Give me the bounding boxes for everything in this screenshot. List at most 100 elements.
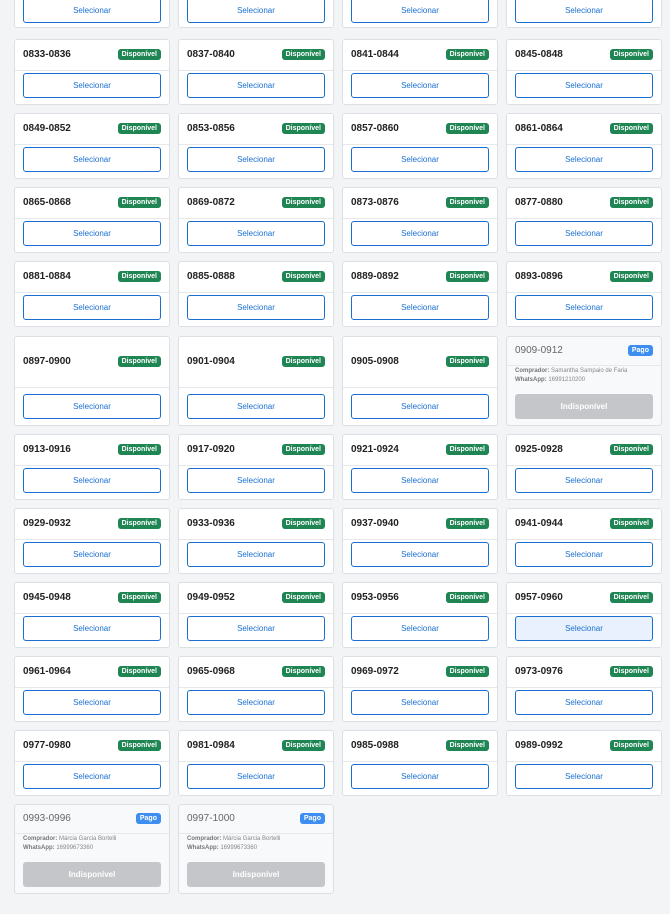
ticket-card-header: 0921-0924 Disponível xyxy=(343,435,497,466)
ticket-card: 0985-0988 Disponível Selecionar xyxy=(342,730,498,796)
ticket-card: 0941-0944 Disponível Selecionar xyxy=(506,508,662,574)
ticket-card-header: 0957-0960 Disponível xyxy=(507,583,661,614)
select-button[interactable]: Selecionar xyxy=(351,147,489,172)
ticket-range: 0897-0900 xyxy=(23,356,71,367)
ticket-range: 0965-0968 xyxy=(187,666,235,677)
select-button[interactable]: Selecionar xyxy=(351,690,489,715)
select-button[interactable]: Selecionar xyxy=(187,616,325,641)
select-button[interactable]: Selecionar xyxy=(23,394,161,419)
ticket-card: 0901-0904 Disponível Selecionar xyxy=(178,336,334,426)
ticket-card: 0997-1000 Pago Comprador: Márcia Garcia Bo… xyxy=(178,804,334,894)
select-button[interactable]: Selecionar xyxy=(351,73,489,98)
ticket-card: 0897-0900 Disponível Selecionar xyxy=(14,336,170,426)
ticket-card-header: 0961-0964 Disponível xyxy=(15,657,169,688)
ticket-card: 0977-0980 Disponível Selecionar xyxy=(14,730,170,796)
ticket-range: 0981-0984 xyxy=(187,740,235,751)
select-button[interactable]: Selecionar xyxy=(351,0,489,23)
select-button[interactable]: Selecionar xyxy=(187,147,325,172)
select-button[interactable]: Selecionar xyxy=(515,616,653,641)
status-badge: Disponível xyxy=(117,518,161,529)
select-button[interactable]: Selecionar xyxy=(187,73,325,98)
unavailable-button: Indisponível xyxy=(515,394,653,419)
ticket-range: 0917-0920 xyxy=(187,444,235,455)
ticket-range: 0957-0960 xyxy=(515,592,563,603)
status-badge: Disponível xyxy=(281,271,325,282)
select-button[interactable]: Selecionar xyxy=(187,690,325,715)
status-badge: Disponível xyxy=(117,271,161,282)
select-button[interactable]: Selecionar xyxy=(23,221,161,246)
buyer-line: Comprador: Samantha Sampaio de Faria xyxy=(515,367,655,376)
ticket-range: 0945-0948 xyxy=(23,592,71,603)
select-button[interactable]: Selecionar xyxy=(515,295,653,320)
select-button[interactable]: Selecionar xyxy=(187,542,325,567)
ticket-card: 0905-0908 Disponível Selecionar xyxy=(342,336,498,426)
select-button[interactable]: Selecionar xyxy=(515,147,653,172)
select-button[interactable]: Selecionar xyxy=(515,221,653,246)
select-button[interactable]: Selecionar xyxy=(351,295,489,320)
ticket-card: Selecionar xyxy=(506,0,662,28)
ticket-card-header: 0997-1000 Pago xyxy=(179,805,333,834)
status-badge: Disponível xyxy=(281,666,325,677)
select-button[interactable]: Selecionar xyxy=(187,221,325,246)
status-badge: Disponível xyxy=(445,356,489,367)
ticket-card-header: 0901-0904 Disponível xyxy=(179,337,333,388)
select-button[interactable]: Selecionar xyxy=(351,468,489,493)
status-badge: Disponível xyxy=(117,49,161,60)
ticket-card: 0953-0956 Disponível Selecionar xyxy=(342,582,498,648)
status-badge: Pago xyxy=(135,813,161,824)
select-button[interactable]: Selecionar xyxy=(23,295,161,320)
select-button[interactable]: Selecionar xyxy=(23,764,161,789)
ticket-range: 0949-0952 xyxy=(187,592,235,603)
ticket-card-header: 0841-0844 Disponível xyxy=(343,40,497,71)
select-button[interactable]: Selecionar xyxy=(351,764,489,789)
select-button[interactable]: Selecionar xyxy=(515,468,653,493)
whatsapp-number: 16991210200 xyxy=(548,377,586,383)
status-badge: Disponível xyxy=(445,271,489,282)
select-button[interactable]: Selecionar xyxy=(23,542,161,567)
ticket-card-header: 0865-0868 Disponível xyxy=(15,188,169,219)
select-button[interactable]: Selecionar xyxy=(351,394,489,419)
ticket-range: 0837-0840 xyxy=(187,49,235,60)
select-button[interactable]: Selecionar xyxy=(351,221,489,246)
ticket-card: 0873-0876 Disponível Selecionar xyxy=(342,187,498,253)
select-button[interactable]: Selecionar xyxy=(515,0,653,23)
select-button[interactable]: Selecionar xyxy=(187,468,325,493)
select-button[interactable]: Selecionar xyxy=(515,542,653,567)
status-badge: Disponível xyxy=(609,592,653,603)
status-badge: Disponível xyxy=(445,123,489,134)
status-badge: Disponível xyxy=(609,740,653,751)
whatsapp-line: WhatsApp: 16999673360 xyxy=(187,844,327,853)
select-button[interactable]: Selecionar xyxy=(515,764,653,789)
select-button[interactable]: Selecionar xyxy=(187,394,325,419)
select-button[interactable]: Selecionar xyxy=(23,468,161,493)
whatsapp-number: 16999673360 xyxy=(220,845,258,851)
select-button[interactable]: Selecionar xyxy=(23,147,161,172)
ticket-card-header: 0881-0884 Disponível xyxy=(15,262,169,293)
ticket-card: 0917-0920 Disponível Selecionar xyxy=(178,434,334,500)
select-button[interactable]: Selecionar xyxy=(351,542,489,567)
ticket-card-header: 0885-0888 Disponível xyxy=(179,262,333,293)
ticket-range: 0889-0892 xyxy=(351,271,399,282)
select-button[interactable]: Selecionar xyxy=(351,616,489,641)
buyer-name: Márcia Garcia Bortelli xyxy=(223,836,281,842)
ticket-card: 0961-0964 Disponível Selecionar xyxy=(14,656,170,722)
status-badge: Disponível xyxy=(117,740,161,751)
select-button[interactable]: Selecionar xyxy=(187,295,325,320)
status-badge: Disponível xyxy=(609,49,653,60)
select-button[interactable]: Selecionar xyxy=(23,616,161,641)
select-button[interactable]: Selecionar xyxy=(23,0,161,23)
status-badge: Disponível xyxy=(445,444,489,455)
select-button[interactable]: Selecionar xyxy=(515,73,653,98)
status-badge: Disponível xyxy=(609,271,653,282)
select-button[interactable]: Selecionar xyxy=(23,690,161,715)
select-button[interactable]: Selecionar xyxy=(187,764,325,789)
select-button[interactable]: Selecionar xyxy=(515,690,653,715)
ticket-card: 0949-0952 Disponível Selecionar xyxy=(178,582,334,648)
status-badge: Disponível xyxy=(117,592,161,603)
buyer-label: Comprador: xyxy=(515,368,550,374)
select-button[interactable]: Selecionar xyxy=(187,0,325,23)
ticket-card-header: 0953-0956 Disponível xyxy=(343,583,497,614)
status-badge: Disponível xyxy=(281,444,325,455)
ticket-range: 0865-0868 xyxy=(23,197,71,208)
select-button[interactable]: Selecionar xyxy=(23,73,161,98)
